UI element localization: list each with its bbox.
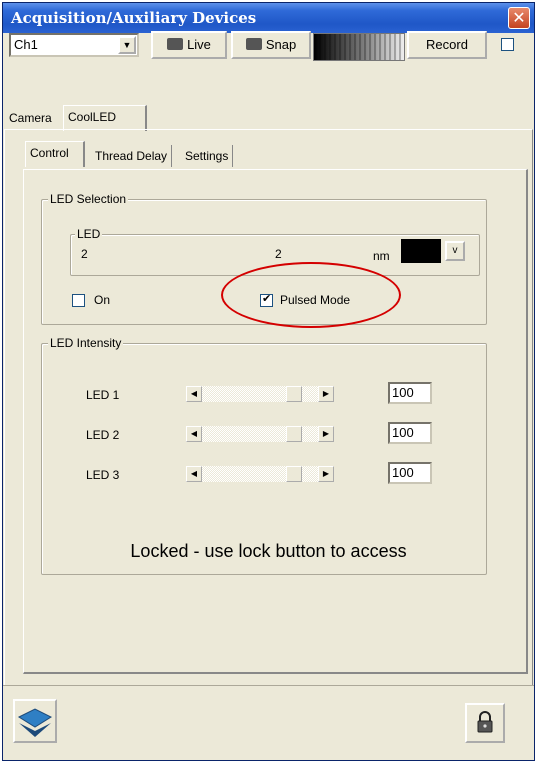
bottom-bar xyxy=(3,685,534,761)
lock-icon xyxy=(477,711,493,733)
led3-value[interactable]: 100 xyxy=(388,462,432,484)
tab-thread-delay-label: Thread Delay xyxy=(95,149,168,163)
snap-button[interactable]: Snap xyxy=(231,31,311,59)
tab-thread-delay[interactable]: Thread Delay xyxy=(91,145,173,167)
title-bar[interactable]: Acquisition/Auxiliary Devices ✕ xyxy=(3,3,534,33)
scroll-left-icon[interactable]: ◀ xyxy=(186,426,202,442)
wavelength-unit: nm xyxy=(373,249,390,263)
scroll-right-icon[interactable]: ▶ xyxy=(318,386,334,402)
layers-button[interactable] xyxy=(13,699,57,743)
led1-value[interactable]: 100 xyxy=(388,382,432,404)
slider-thumb[interactable] xyxy=(286,466,302,482)
led-legend: LED xyxy=(75,227,103,241)
camera-icon xyxy=(167,38,184,50)
channel-value: Ch1 xyxy=(14,37,38,52)
chevron-down-icon[interactable]: ▼ xyxy=(118,36,136,54)
scroll-left-icon[interactable]: ◀ xyxy=(186,466,202,482)
channel-select[interactable]: Ch1 ▼ xyxy=(9,33,139,57)
record-checkbox[interactable] xyxy=(501,38,514,51)
led-group: LED 2 2 nm v xyxy=(70,227,480,276)
pulsed-mode-checkbox[interactable] xyxy=(260,292,273,307)
tab-camera-label: Camera xyxy=(9,111,52,125)
scroll-right-icon[interactable]: ▶ xyxy=(318,426,334,442)
device-tabs: Camera CoolLED xyxy=(3,103,534,131)
led3-slider[interactable]: ◀ ▶ xyxy=(186,466,334,482)
slider-thumb[interactable] xyxy=(286,386,302,402)
scroll-right-icon[interactable]: ▶ xyxy=(318,466,334,482)
close-button[interactable]: ✕ xyxy=(508,7,530,29)
led2-value[interactable]: 100 xyxy=(388,422,432,444)
led1-slider[interactable]: ◀ ▶ xyxy=(186,386,334,402)
scroll-left-icon[interactable]: ◀ xyxy=(186,386,202,402)
tab-coolled-label: CoolLED xyxy=(68,110,117,124)
tab-camera[interactable]: Camera xyxy=(5,107,56,129)
led-color-swatch xyxy=(401,239,441,263)
tab-settings[interactable]: Settings xyxy=(181,145,234,167)
layers-icon xyxy=(17,708,53,737)
intensity-gradient-strip xyxy=(313,33,405,61)
led3-label: LED 3 xyxy=(86,468,120,482)
lock-button[interactable] xyxy=(465,703,505,743)
tab-control-label: Control xyxy=(30,146,69,160)
on-label: On xyxy=(94,293,111,307)
on-checkbox[interactable] xyxy=(72,294,85,307)
led-id: 2 xyxy=(81,247,88,261)
record-label: Record xyxy=(426,37,468,52)
locked-message: Locked - use lock button to access xyxy=(130,541,407,561)
led2-label: LED 2 xyxy=(86,428,120,442)
window-title: Acquisition/Auxiliary Devices xyxy=(11,9,257,27)
wavelength-value: 2 xyxy=(275,247,282,261)
record-button[interactable]: Record xyxy=(407,31,487,59)
tab-settings-label: Settings xyxy=(185,149,229,163)
camera-icon xyxy=(245,38,262,50)
pulsed-mode-label: Pulsed Mode xyxy=(280,293,351,307)
tab-control[interactable]: Control xyxy=(25,141,85,167)
acquisition-window: Acquisition/Auxiliary Devices ✕ Ch1 ▼ Li… xyxy=(2,2,535,761)
live-label: Live xyxy=(187,37,211,52)
tab-coolled[interactable]: CoolLED xyxy=(63,105,147,131)
led-selection-group: LED Selection LED 2 2 nm v On Pulsed Mod… xyxy=(41,192,487,325)
led1-label: LED 1 xyxy=(86,388,120,402)
led2-slider[interactable]: ◀ ▶ xyxy=(186,426,334,442)
live-button[interactable]: Live xyxy=(151,31,227,59)
led-intensity-legend: LED Intensity xyxy=(48,336,124,350)
color-dropdown-button[interactable]: v xyxy=(445,241,465,261)
led-selection-legend: LED Selection xyxy=(48,192,129,206)
slider-thumb[interactable] xyxy=(286,426,302,442)
snap-label: Snap xyxy=(265,37,297,52)
